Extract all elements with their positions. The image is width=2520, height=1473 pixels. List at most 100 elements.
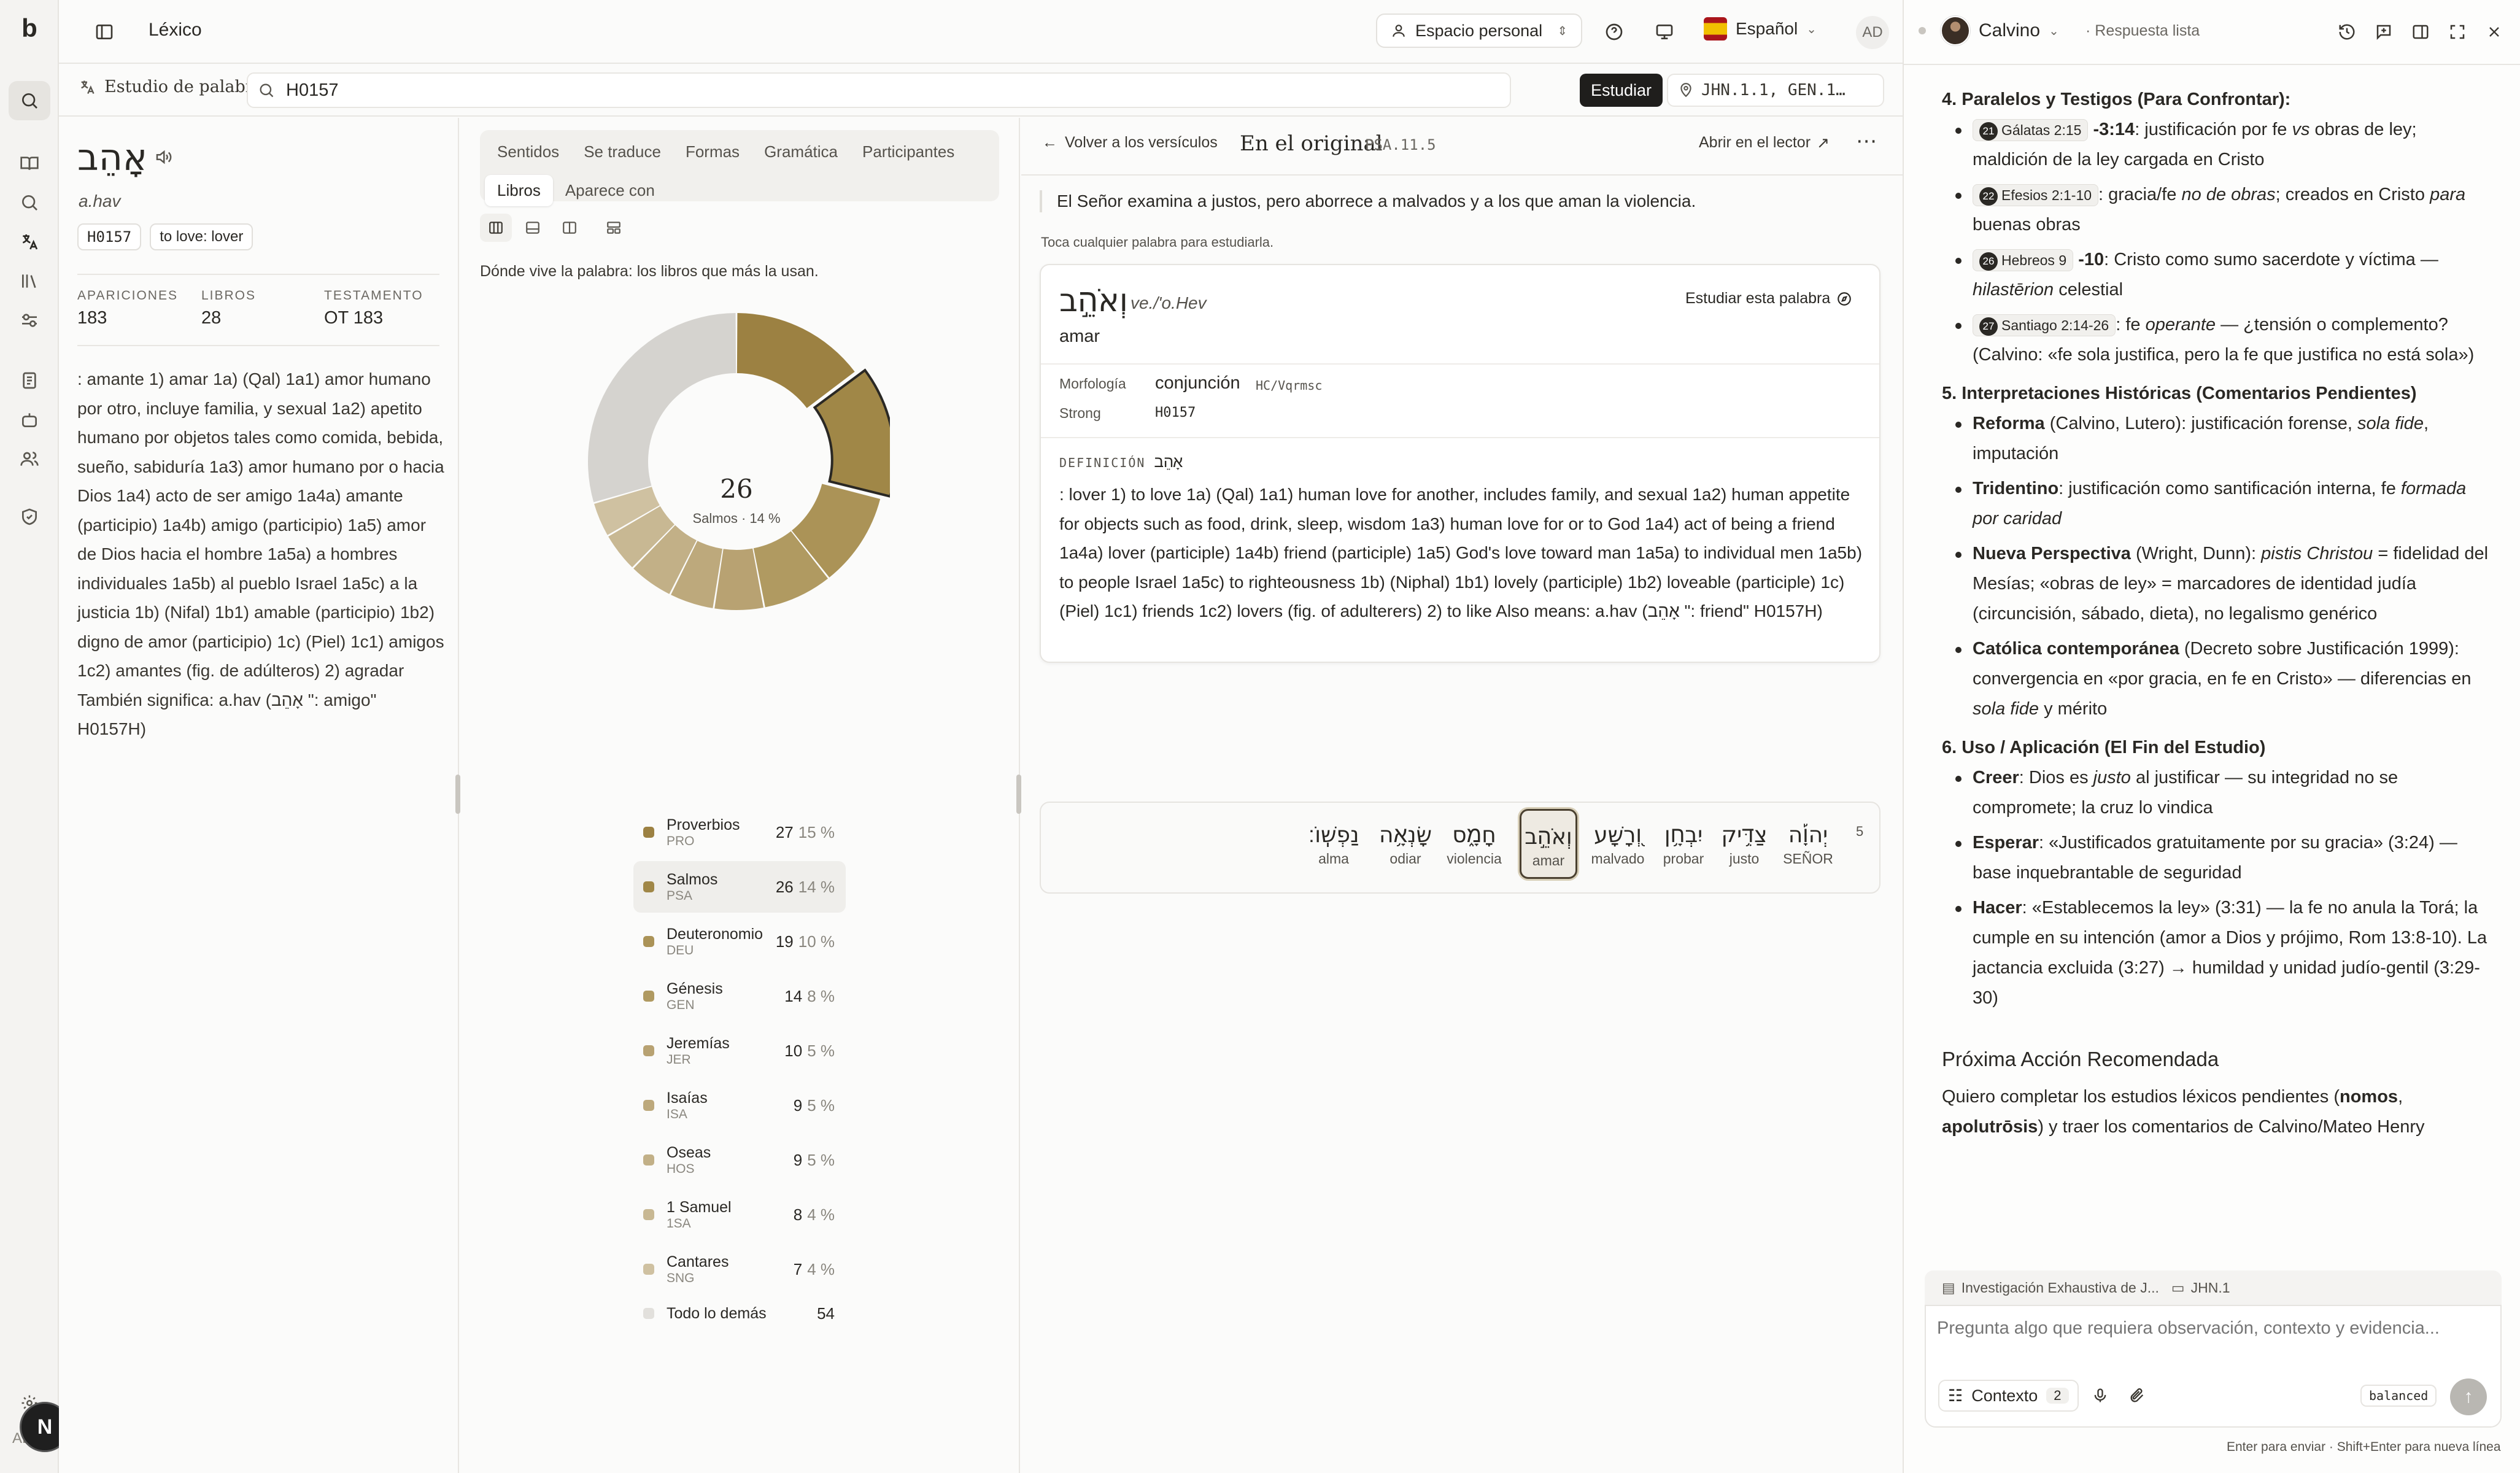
scripture-ref-chip[interactable]: 27 Santiago 2:14-26 [1973,314,2116,336]
morphology-value: conjunción [1155,373,1240,393]
strong-tag[interactable]: H0157 [77,223,142,250]
legend-row-gen[interactable]: Génesis GEN 14 8 % [633,970,846,1022]
legend-row-pro[interactable]: Proverbios PRO 27 15 % [633,806,846,858]
legend-row-jer[interactable]: Jeremías JER 10 5 % [633,1025,846,1077]
interlinear-word-probar[interactable]: יִבְחָ֥ן probar [1656,809,1711,879]
tab-formas[interactable]: Formas [673,136,752,168]
model-selector[interactable]: Calvino ⌄ [1941,16,2059,45]
legend-percent: 15 % [798,822,835,841]
tab-libros[interactable]: Libros [485,175,553,206]
layout-columns-icon[interactable] [480,214,512,242]
legend-abbrev: ISA [667,1107,687,1121]
bot-icon[interactable] [0,400,59,439]
tab-participantes[interactable]: Participantes [850,136,967,168]
legend-name: Cantares [667,1253,729,1270]
location-field[interactable]: JHN.1.1, GEN.1… [1667,74,1884,107]
tab-gramática[interactable]: Gramática [752,136,850,168]
word-gloss: malvado [1591,851,1645,867]
verse-panel: ← Volver a los versículos En el original … [1021,118,1903,1473]
legend-swatch [643,1308,654,1319]
search-box [247,72,1511,108]
speaker-icon[interactable] [151,145,176,169]
monitor-icon[interactable] [1651,18,1678,45]
document-icon[interactable] [0,361,59,400]
resize-handle[interactable] [455,775,460,814]
books-donut-chart [588,313,890,610]
interlinear-word-odiar[interactable]: שָׂנְאָ֥ה odiar [1376,809,1435,879]
layout-split-icon[interactable] [554,214,586,242]
help-icon[interactable] [1601,18,1628,45]
more-options-icon[interactable]: ⋯ [1856,129,1877,153]
interlinear-word-justo[interactable]: צַדִּ֥יק justo [1720,809,1769,879]
scripture-ref-chip[interactable]: 26 Hebreos 9 [1973,249,2074,271]
resize-handle[interactable] [1016,775,1021,814]
search-icon[interactable] [0,81,59,120]
workspace-selector[interactable]: Espacio personal ⇕ [1376,14,1582,48]
legend-row-hos[interactable]: Oseas HOS 95 % [633,1134,846,1186]
interlinear-word-alma[interactable]: נַפְשֽׁוֹ׃ alma [1306,809,1361,879]
sidebar-toggle-icon[interactable] [90,17,119,47]
legend-name: Oseas [667,1144,711,1161]
users-icon[interactable] [0,439,59,479]
history-icon[interactable] [2333,18,2360,45]
study-this-word-button[interactable]: Estudiar esta palabra [1685,290,1852,307]
top-bar: Léxico Espacio personal ⇕ Español ⌄ AD [59,0,1903,64]
chat-input[interactable] [1937,1318,2489,1355]
context-button[interactable]: ☷ Contexto 2 [1938,1380,2079,1412]
legend-row-isa[interactable]: Isaías ISA 95 % [633,1080,846,1131]
open-in-reader-link[interactable]: Abrir en el lector ↗ [1699,134,1830,152]
legend-count: 26 [775,877,794,896]
mode-badge[interactable]: balanced [2360,1385,2437,1407]
word-gloss: alma [1318,851,1349,867]
arrow-left-icon: ← [1042,134,1057,151]
layout-grid-icon[interactable] [598,214,630,242]
word-gloss: probar [1663,851,1704,867]
legend-row-other[interactable]: Todo lo demás 54 [633,1298,846,1329]
study-button[interactable]: Estudiar [1580,74,1663,107]
legend-row-deu[interactable]: Deuteronomio DEU 19 10 % [633,916,846,967]
translate-icon [81,80,95,94]
back-to-verses-link[interactable]: ← Volver a los versículos [1042,134,1218,152]
new-chat-icon[interactable] [2370,18,2397,45]
fullscreen-icon[interactable] [2444,18,2471,45]
paperclip-icon[interactable] [2124,1382,2151,1409]
morphology-code: HC/Vqrmsc [1256,378,1323,393]
word-study-tool[interactable]: Estudio de palabras [79,77,272,96]
context-count: 2 [2046,1388,2069,1404]
search-alt-icon[interactable] [0,183,59,222]
tab-se-traduce[interactable]: Se traduce [571,136,673,168]
interlinear-word-señor[interactable]: יְהוָ֡ה SEÑOR [1776,809,1840,879]
send-button[interactable]: ↑ [2450,1378,2487,1415]
panel-toggle-icon[interactable] [2407,18,2434,45]
sliders-icon[interactable] [0,301,59,340]
scripture-ref-chip[interactable]: 22 Efesios 2:1-10 [1973,184,2099,206]
workspace-label: Espacio personal [1415,21,1543,40]
tab-aparece-con[interactable]: Aparece con [553,175,667,206]
layout-rows-icon[interactable] [517,214,549,242]
legend-row-1sa[interactable]: 1 Samuel 1SA 84 % [633,1189,846,1240]
user-avatar[interactable]: AD [1856,16,1889,49]
legend-name: Isaías [667,1089,708,1107]
strong-value[interactable]: H0157 [1155,405,1196,420]
verse-hint: Toca cualquier palabra para estudiarla. [1041,234,1274,250]
library-icon[interactable] [0,261,59,301]
view-toggles [480,214,630,242]
context-chip-ref[interactable]: ▭ JHN.1 [2171,1280,2230,1296]
scripture-ref-chip[interactable]: 21 Gálatas 2:15 [1973,119,2089,141]
chart-caption: Dónde vive la palabra: los libros que má… [480,263,819,280]
language-selector[interactable]: Español ⌄ [1704,17,1817,41]
book-open-icon[interactable] [0,144,59,183]
microphone-icon[interactable] [2087,1382,2114,1409]
close-icon[interactable] [2481,18,2508,45]
legend-row-psa[interactable]: Salmos PSA 26 14 % [633,861,846,913]
shield-icon[interactable] [0,497,59,536]
tab-sentidos[interactable]: Sentidos [485,136,571,168]
interlinear-word-malvado[interactable]: וְ֭רָשָׁע malvado [1586,809,1650,879]
interlinear-word-violencia[interactable]: חָמָ֑ס violencia [1439,809,1510,879]
legend-row-sng[interactable]: Cantares SNG 74 % [633,1243,846,1295]
search-input[interactable] [286,80,1452,101]
context-chip-document[interactable]: ▤ Investigación Exhaustiva de J... [1942,1280,2159,1296]
interlinear-word-amar[interactable]: וְאֹהֵ֣ב amar [1520,809,1577,879]
app-logo[interactable]: b [0,14,59,43]
translate-icon[interactable] [0,222,59,261]
